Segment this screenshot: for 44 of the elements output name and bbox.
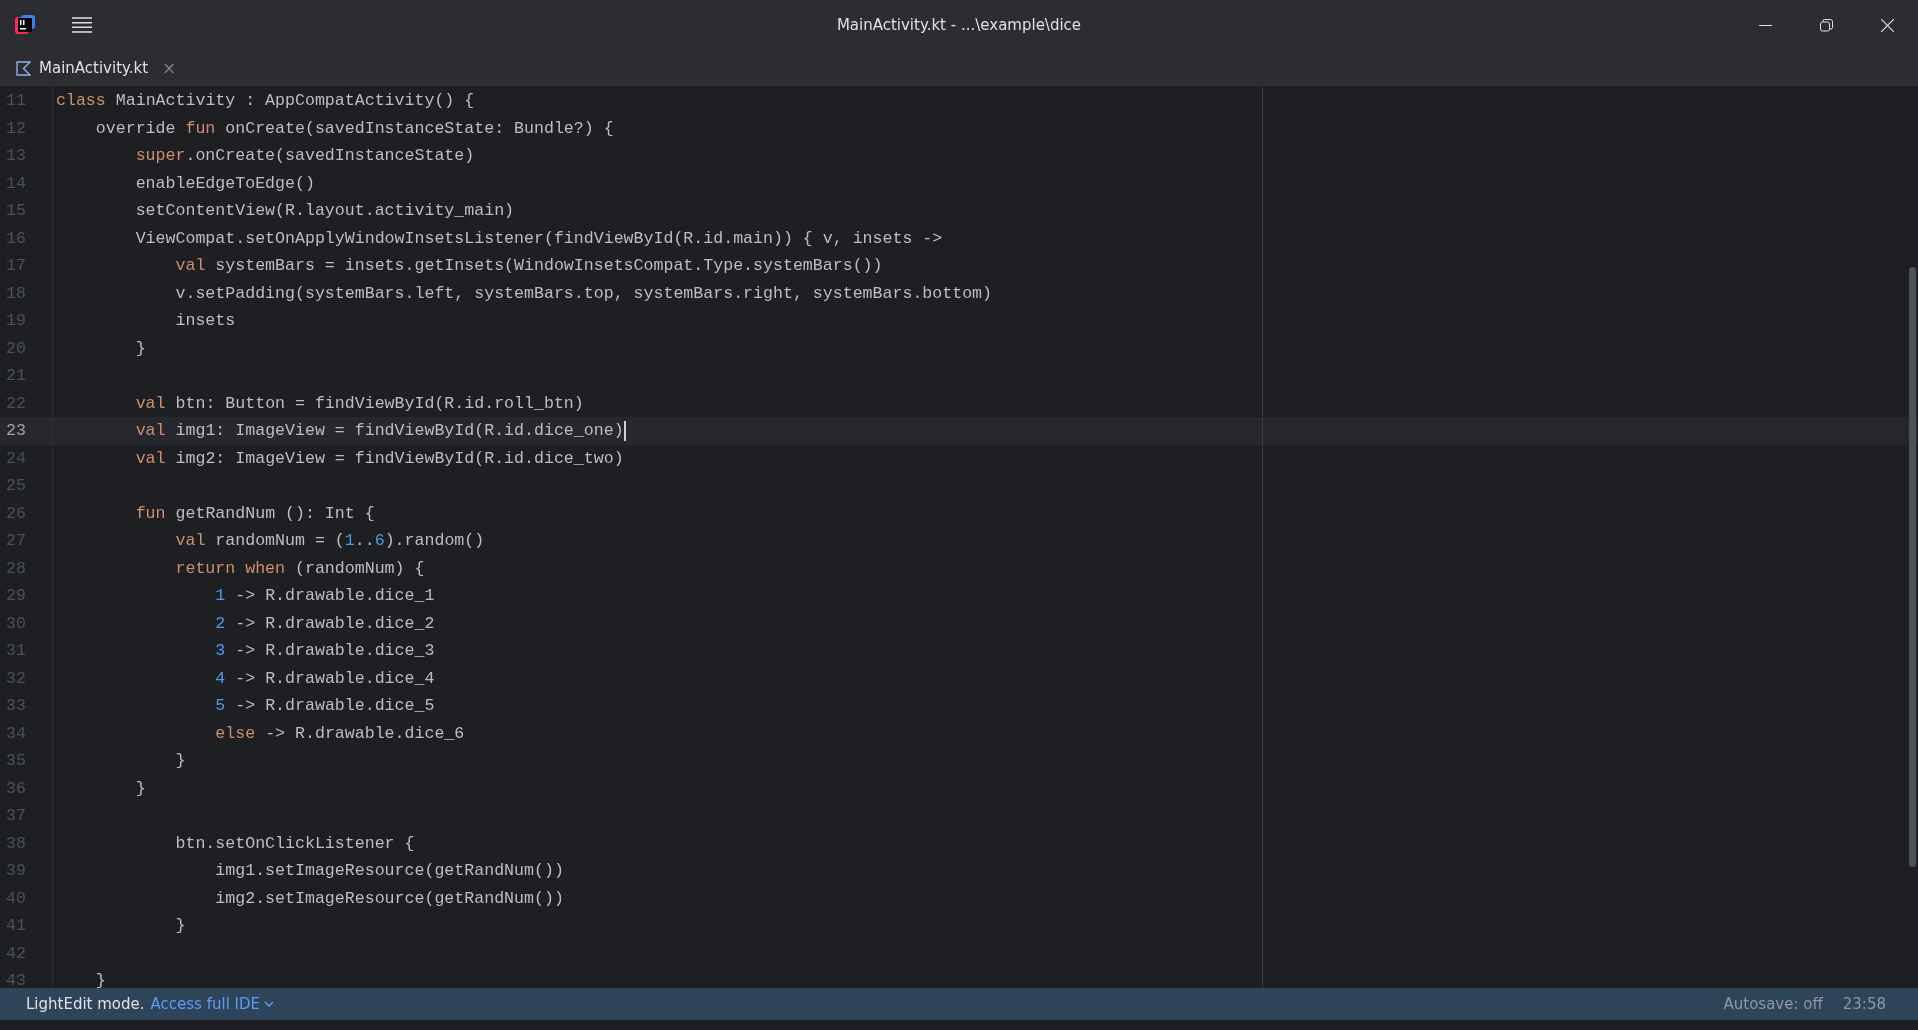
code-line: setContentView(R.layout.activity_main) (134, 201, 515, 221)
window-title: MainActivity.kt - ...\example\dice (836, 16, 1082, 34)
code-line: btn.setOnClickListener { (174, 833, 415, 853)
access-ide-link[interactable]: Access full IDE (150, 995, 275, 1013)
code-line: } (174, 916, 186, 936)
menu-icon[interactable] (72, 17, 92, 33)
code-line: fun getRandNum (): Int { (134, 503, 375, 523)
code-line: } (174, 751, 186, 771)
code-line: val systemBars = insets.getInsets(WindowInsetsCompat.Type.systemBars()) (174, 256, 883, 276)
code-line: super.onCreate(savedInstanceState) (134, 146, 475, 166)
close-tab-icon[interactable]: × (162, 58, 177, 78)
chevron-down-icon[interactable] (264, 1000, 275, 1008)
restore-icon[interactable] (1820, 18, 1833, 32)
code-line: val btn: Button = findViewById(R.id.roll_btn) (134, 393, 584, 413)
code-line: return when (randomNum) { (174, 558, 425, 578)
text-cursor (623, 420, 626, 441)
code-line: 3 -> R.drawable.dice_3 (214, 641, 435, 661)
scrollbar[interactable] (1909, 267, 1916, 867)
code-line: val img2: ImageView = findViewById(R.id.dice_two) (134, 448, 624, 468)
code-line: 4 -> R.drawable.dice_4 (214, 668, 435, 688)
code-line: override fun onCreate(savedInstanceState: Bundle?) { (94, 118, 614, 138)
code-line: img2.setImageResource(getRandNum()) (214, 888, 564, 908)
kotlin-file-icon (16, 60, 31, 76)
code-line: val img1: ImageView = findViewById(R.id.dice_one) (134, 421, 624, 441)
app-logo-icon (14, 14, 36, 36)
close-icon[interactable] (1881, 18, 1894, 32)
code-line: } (94, 971, 106, 988)
code-line: 1 -> R.drawable.dice_1 (214, 586, 435, 606)
code-line: val randomNum = (1..6).random() (174, 531, 485, 551)
code-line: } (134, 778, 146, 798)
code-line: 2 -> R.drawable.dice_2 (214, 613, 435, 633)
code-line: insets (174, 311, 236, 331)
code-line: img1.setImageResource(getRandNum()) (214, 861, 564, 881)
mode-label: LightEdit mode. (26, 995, 145, 1013)
clock-time: 23:58 (1842, 995, 1886, 1013)
code-line: class MainActivity : AppCompatActivity() { (56, 91, 475, 111)
code-line: v.setPadding(systemBars.left, systemBars.top, systemBars.right, systemBars.bottom) (174, 283, 993, 303)
line-number: 23 (5, 421, 27, 441)
code-line: enableEdgeToEdge() (134, 173, 315, 193)
code-line: else -> R.drawable.dice_6 (214, 723, 465, 743)
code-line: 5 -> R.drawable.dice_5 (214, 696, 435, 716)
autosave-status[interactable]: Autosave: off (1723, 995, 1823, 1013)
code-line: } (134, 338, 146, 358)
code-line: ViewCompat.setOnApplyWindowInsetsListener(findViewById(R.id.main)) { v, insets -> (134, 228, 943, 248)
